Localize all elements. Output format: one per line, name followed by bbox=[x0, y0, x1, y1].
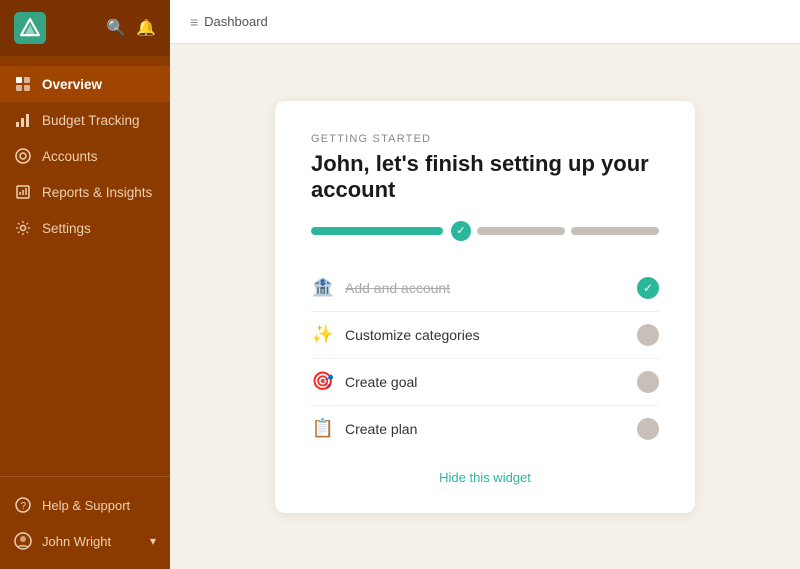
sidebar-item-label: Overview bbox=[42, 77, 102, 92]
help-support-item[interactable]: ? Help & Support bbox=[0, 487, 170, 523]
step-left: ✨ Customize categories bbox=[311, 324, 480, 345]
content-area: GETTING STARTED John, let's finish setti… bbox=[170, 44, 800, 569]
progress-segment-3 bbox=[571, 227, 659, 235]
progress-bar: ✓ bbox=[311, 221, 659, 241]
sidebar-item-settings[interactable]: Settings bbox=[0, 210, 170, 246]
progress-check-icon: ✓ bbox=[451, 221, 471, 241]
add-account-label: Add and account bbox=[345, 280, 450, 296]
budget-icon bbox=[14, 111, 32, 129]
sidebar-header: 🔍 🔔 bbox=[0, 0, 170, 56]
accounts-icon bbox=[14, 147, 32, 165]
reports-icon bbox=[14, 183, 32, 201]
breadcrumb: ≡ Dashboard bbox=[190, 14, 268, 30]
settings-icon bbox=[14, 219, 32, 237]
step-add-account[interactable]: 🏦 Add and account ✓ bbox=[311, 265, 659, 312]
getting-started-label: GETTING STARTED bbox=[311, 133, 659, 145]
sidebar-item-budget-tracking[interactable]: Budget Tracking bbox=[0, 102, 170, 138]
user-profile-item[interactable]: John Wright ▾ bbox=[0, 523, 170, 559]
customize-categories-label: Customize categories bbox=[345, 327, 480, 343]
search-icon[interactable]: 🔍 bbox=[106, 18, 126, 38]
progress-segment-2 bbox=[477, 227, 565, 235]
create-plan-label: Create plan bbox=[345, 421, 417, 437]
step-done-icon: ✓ bbox=[637, 277, 659, 299]
menu-icon: ≡ bbox=[190, 14, 198, 30]
add-account-emoji: 🏦 bbox=[311, 277, 335, 298]
create-goal-emoji: 🎯 bbox=[311, 371, 335, 392]
main-content: ≡ Dashboard GETTING STARTED John, let's … bbox=[170, 0, 800, 569]
sidebar-item-label: Budget Tracking bbox=[42, 113, 140, 128]
progress-segment-1 bbox=[311, 227, 443, 235]
customize-categories-emoji: ✨ bbox=[311, 324, 335, 345]
step-pending-icon bbox=[637, 418, 659, 440]
sidebar-item-overview[interactable]: Overview bbox=[0, 66, 170, 102]
sidebar-footer: ? Help & Support John Wright ▾ bbox=[0, 476, 170, 569]
app-logo bbox=[14, 12, 46, 44]
step-pending-icon bbox=[637, 371, 659, 393]
sidebar: 🔍 🔔 Overview bbox=[0, 0, 170, 569]
sidebar-item-label: Reports & Insights bbox=[42, 185, 152, 200]
step-pending-icon bbox=[637, 324, 659, 346]
create-goal-label: Create goal bbox=[345, 374, 417, 390]
step-left: 📋 Create plan bbox=[311, 418, 417, 439]
hide-widget-link[interactable]: Hide this widget bbox=[311, 470, 659, 485]
bell-icon[interactable]: 🔔 bbox=[136, 18, 156, 38]
user-name-label: John Wright bbox=[42, 534, 111, 549]
step-customize-categories[interactable]: ✨ Customize categories bbox=[311, 312, 659, 359]
header-icons: 🔍 🔔 bbox=[106, 18, 156, 38]
step-create-goal[interactable]: 🎯 Create goal bbox=[311, 359, 659, 406]
getting-started-widget: GETTING STARTED John, let's finish setti… bbox=[275, 101, 695, 513]
user-left: John Wright bbox=[14, 532, 111, 550]
sidebar-nav: Overview Budget Tracking Accounts bbox=[0, 56, 170, 476]
user-avatar-icon bbox=[14, 532, 32, 550]
sidebar-item-accounts[interactable]: Accounts bbox=[0, 138, 170, 174]
widget-title: John, let's finish setting up your accou… bbox=[311, 151, 659, 203]
step-left: 🏦 Add and account bbox=[311, 277, 450, 298]
help-icon: ? bbox=[14, 496, 32, 514]
overview-icon bbox=[14, 75, 32, 93]
sidebar-item-label: Accounts bbox=[42, 149, 98, 164]
step-left: 🎯 Create goal bbox=[311, 371, 417, 392]
create-plan-emoji: 📋 bbox=[311, 418, 335, 439]
sidebar-item-label: Settings bbox=[42, 221, 91, 236]
sidebar-item-reports[interactable]: Reports & Insights bbox=[0, 174, 170, 210]
breadcrumb-label: Dashboard bbox=[204, 14, 268, 29]
help-support-label: Help & Support bbox=[42, 498, 130, 513]
step-create-plan[interactable]: 📋 Create plan bbox=[311, 406, 659, 452]
topbar: ≡ Dashboard bbox=[170, 0, 800, 44]
svg-text:?: ? bbox=[21, 501, 27, 512]
chevron-down-icon: ▾ bbox=[150, 534, 156, 548]
